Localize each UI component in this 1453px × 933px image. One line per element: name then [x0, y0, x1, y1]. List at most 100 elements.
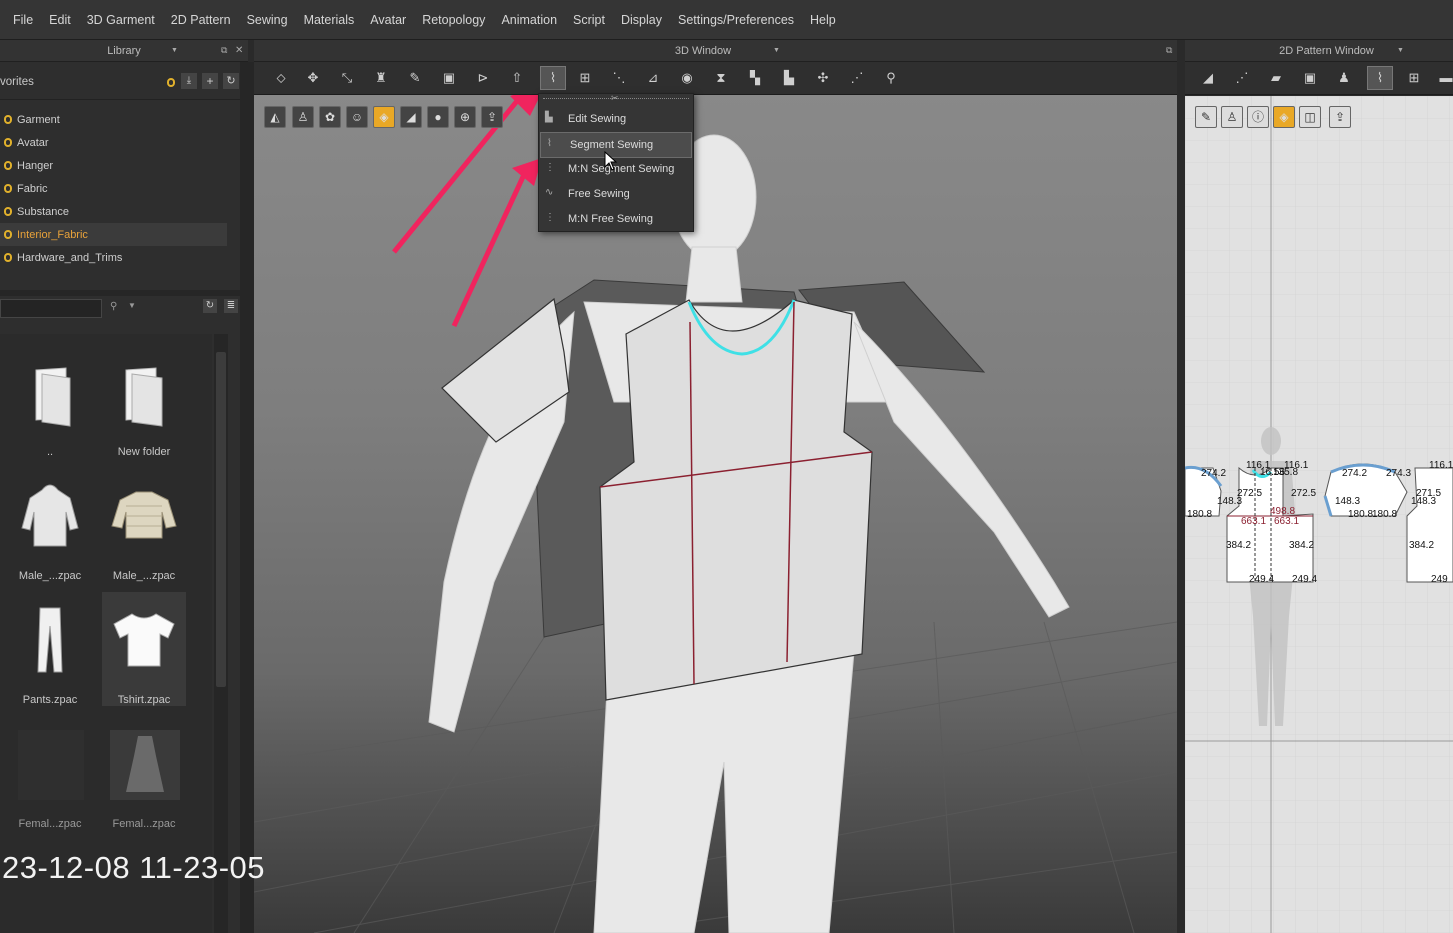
menu-script[interactable]: Script: [565, 13, 613, 27]
menu-file[interactable]: File: [0, 13, 41, 27]
measure-icon[interactable]: ⋱: [610, 70, 628, 86]
file-tile[interactable]: Tshirt.zpac: [102, 592, 186, 706]
internal-shape-icon[interactable]: ♟: [1335, 70, 1353, 86]
puckering-icon[interactable]: ▚: [746, 70, 764, 86]
segment-sewing-icon[interactable]: ⌇: [540, 66, 566, 90]
add-icon[interactable]: +: [202, 73, 218, 89]
menu-display[interactable]: Display: [613, 13, 670, 27]
texture-icon[interactable]: ◈: [1273, 106, 1295, 128]
pin-icon[interactable]: ⇧: [508, 70, 526, 86]
garment-tool-icon[interactable]: ♙: [292, 106, 314, 128]
free-sewing-icon: ∿: [545, 187, 554, 198]
menu-help[interactable]: Help: [802, 13, 844, 27]
avatar-tool-icon[interactable]: ◭: [264, 106, 286, 128]
pattern-view-icon[interactable]: ◫: [1299, 106, 1321, 128]
chevron-down-icon[interactable]: ▼: [128, 301, 136, 310]
download-icon[interactable]: ⤓: [181, 73, 197, 89]
transform-pattern-icon[interactable]: ◢: [1199, 70, 1217, 86]
favorite-item-avatar[interactable]: Avatar: [0, 131, 240, 154]
refresh-icon[interactable]: ↻: [203, 299, 217, 313]
grading-icon[interactable]: ⊞: [1405, 70, 1423, 86]
pattern-canvas[interactable]: ✎ ♙ ⓘ ◈ ◫ ⇪ 274.2 116.1 16.56 135.8 116.…: [1185, 96, 1453, 933]
menu-item-mn-free-sewing[interactable]: ⋮ M:N Free Sewing: [539, 207, 693, 231]
chevron-down-icon[interactable]: ▼: [773, 47, 780, 54]
chevron-down-icon[interactable]: ▼: [171, 47, 178, 54]
close-icon[interactable]: ✕: [235, 45, 243, 56]
info-icon[interactable]: ⓘ: [1247, 106, 1269, 128]
viewport-3d[interactable]: ◭ ♙ ✿ ☺ ◈ ◢ ● ⊕ ⇪: [254, 62, 1177, 933]
splitter[interactable]: [0, 290, 240, 296]
scroll-thumb[interactable]: [216, 352, 226, 687]
more-icon[interactable]: ▬: [1437, 70, 1453, 86]
rectangle-icon[interactable]: ▣: [1301, 70, 1319, 86]
file-tile[interactable]: Male_...zpac: [8, 472, 92, 582]
menu-item-free-sewing[interactable]: ∿ Free Sewing: [539, 182, 693, 206]
scissors-icon[interactable]: ✂: [611, 93, 619, 104]
menu-animation[interactable]: Animation: [493, 13, 565, 27]
fold-line-icon[interactable]: ✣: [814, 70, 832, 86]
hoodie-icon: [21, 484, 79, 547]
steam-icon[interactable]: ⋰: [848, 70, 866, 86]
undock-icon[interactable]: ⧉: [1166, 45, 1172, 56]
refresh-icon[interactable]: ↻: [223, 73, 239, 89]
tape-icon[interactable]: ▙: [780, 70, 798, 86]
move-icon[interactable]: ✥: [304, 70, 322, 86]
tack-icon[interactable]: ⊳: [474, 70, 492, 86]
zipper-icon[interactable]: ⧗: [712, 70, 730, 86]
chevron-down-icon[interactable]: ▼: [1397, 47, 1404, 54]
menu-3d-garment[interactable]: 3D Garment: [79, 13, 163, 27]
undock-icon[interactable]: ⧉: [221, 45, 227, 56]
file-tile[interactable]: ..: [8, 348, 92, 458]
menu-avatar[interactable]: Avatar: [362, 13, 414, 27]
measure-label: 274.3: [1386, 468, 1412, 479]
export-icon[interactable]: ⇪: [1329, 106, 1351, 128]
pattern-shirt-icon[interactable]: ♙: [1221, 106, 1243, 128]
avatar-icon[interactable]: ☺: [346, 106, 368, 128]
favorite-item-hanger[interactable]: Hanger: [0, 154, 240, 177]
pose-icon[interactable]: ⚲: [882, 70, 900, 86]
edit-pattern-icon[interactable]: ⊞: [576, 70, 594, 86]
transform-icon[interactable]: ⤡: [338, 70, 356, 86]
button-tool-icon[interactable]: ⊿: [644, 70, 662, 86]
texture-icon[interactable]: ◈: [373, 106, 395, 128]
favorites-bar: vorites ⤓ + ↻: [0, 70, 240, 94]
search-icon[interactable]: ⚲: [110, 301, 117, 312]
favorite-item-garment[interactable]: Garment: [0, 108, 240, 131]
menu-item-label: Free Sewing: [568, 188, 630, 200]
export-icon[interactable]: ⇪: [481, 106, 503, 128]
favorite-item-hardware[interactable]: Hardware_and_Trims: [0, 246, 240, 269]
favorite-item-substance[interactable]: Substance: [0, 200, 240, 223]
particle-icon[interactable]: ✿: [319, 106, 341, 128]
file-tile[interactable]: New folder: [102, 348, 186, 458]
file-grid-scrollbar[interactable]: [214, 334, 228, 933]
fold-icon[interactable]: ♜: [372, 70, 390, 86]
measure-label: 148.3: [1217, 496, 1243, 507]
favorite-dot-icon: [4, 161, 12, 170]
select-icon[interactable]: ⬦: [272, 70, 290, 86]
segment-sewing-icon[interactable]: ⌇: [1367, 66, 1393, 90]
pen-icon[interactable]: ✎: [406, 70, 424, 86]
file-tile[interactable]: Femal...zpac: [8, 720, 92, 830]
skin-icon[interactable]: ●: [427, 106, 449, 128]
pattern-brush-icon[interactable]: ✎: [1195, 106, 1217, 128]
favorite-item-interior-fabric[interactable]: Interior_Fabric: [0, 223, 227, 246]
list-view-icon[interactable]: ≣: [224, 299, 238, 313]
menu-materials[interactable]: Materials: [296, 13, 363, 27]
buttonhole-icon[interactable]: ◉: [678, 70, 696, 86]
menu-edit[interactable]: Edit: [41, 13, 79, 27]
menu-2d-pattern[interactable]: 2D Pattern: [163, 13, 239, 27]
globe-icon[interactable]: ⊕: [454, 106, 476, 128]
edit-point-icon[interactable]: ⋰: [1233, 70, 1251, 86]
menu-retopology[interactable]: Retopology: [414, 13, 493, 27]
search-input[interactable]: [0, 299, 102, 318]
arrangement-icon[interactable]: ▣: [440, 70, 458, 86]
surface-icon[interactable]: ◢: [400, 106, 422, 128]
file-tile[interactable]: Male_...zpac: [102, 472, 186, 582]
favorite-item-fabric[interactable]: Fabric: [0, 177, 240, 200]
menu-item-edit-sewing[interactable]: ▙ Edit Sewing: [539, 107, 693, 131]
file-tile[interactable]: Pants.zpac: [8, 596, 92, 706]
menu-settings[interactable]: Settings/Preferences: [670, 13, 802, 27]
polygon-icon[interactable]: ▰: [1267, 70, 1285, 86]
menu-sewing[interactable]: Sewing: [239, 13, 296, 27]
file-tile[interactable]: Femal...zpac: [102, 720, 186, 830]
